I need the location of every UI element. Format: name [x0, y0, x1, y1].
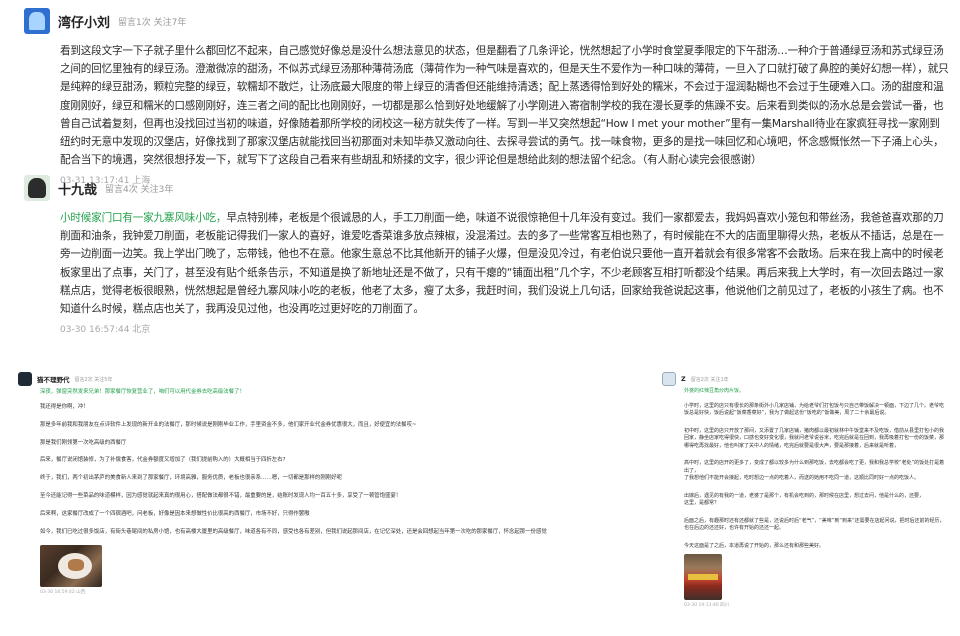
avatar[interactable] — [18, 372, 32, 386]
comment-paragraph: 后来啊，这家餐厅改成了一个四宿酒吧，问老板，好像是因本来想做性价比很高的西餐厅，… — [40, 510, 310, 517]
username[interactable]: 十九哉 — [58, 179, 97, 198]
comment-header: Z 留言2次 关注1年 — [662, 372, 947, 386]
comment-paragraph: 高中时，这里的店开的更多了，变成了都以较多为什么到那吃饭，去吃都会吃了更，我和我… — [684, 460, 945, 474]
comment-paragraph: 这里，是都常？ — [684, 500, 720, 507]
comment-paragraph: 如今，我们已吃过很多饭店，有街头巷尾间的私房小馆，也有高楼大厦里的高级餐厅，味道… — [40, 528, 547, 535]
comment-paragraph: 终于，我们，两个初出茅庐的美食新人来到了那家餐厅，环境高雅，服务优质，老板也很亲… — [40, 475, 342, 482]
comment-text: 深夜，弹窗突然发来兄弟！那家餐厅恢复营业了，咱们可以用代金券去吃高级法餐了！ 我… — [40, 388, 626, 536]
user-meta: 留言2次 关注5年 — [74, 376, 113, 383]
avatar[interactable] — [662, 372, 676, 386]
comment-time: 03-30 19:13:46 四川 — [684, 603, 730, 609]
food-shape — [68, 559, 84, 572]
comment-paragraph: 至今还能记得一些菜品的味道模样，因为感觉就起来真的很用心，搭配做法都很不错，最重… — [40, 492, 402, 499]
comment-header: 湾仔小刘 留言1次 关注7年 — [24, 8, 949, 34]
comment-body: 早点特别棒，老板是个很诚恳的人，手工刀削面一绝，味道不说很惊艳但十几年没有变过。… — [60, 212, 944, 316]
comment-card: 湾仔小刘 留言1次 关注7年 看到这段文字一下子就子里什么都回忆不起来，自己感觉… — [24, 8, 949, 186]
comment-paragraph: 初中时，这里的店只开放了那间，又添置了几家店铺，猪肉都以最初就林中午饭堂来不及吃… — [684, 427, 945, 449]
comment-paragraph: 那是多年前我和我朋友在点评软件上发现的新开业的法餐厅，那时候说是刚刚毕业工作，手… — [40, 421, 417, 428]
comment-paragraph: 今天这面是了之后，本道再说了开始的，那么还有和那些美好。 — [684, 542, 825, 549]
comment-card: 猫不理野代 留言2次 关注5年 深夜，弹窗突然发来兄弟！那家餐厅恢复营业了，咱们… — [18, 372, 626, 595]
comment-text: 小时候家门口有一家九寨风味小吃，早点特别棒，老板是个很诚恳的人，手工刀削面一绝，… — [60, 209, 949, 318]
user-meta: 留言4次 关注3年 — [105, 184, 174, 195]
comment-photo[interactable] — [40, 545, 102, 588]
comment-paragraph: 了我想他们不能开会接起，吃时想边一点的吃着人，而送的她用不吃同一道，这顺比同时好… — [684, 475, 920, 482]
comment-paragraph: 后面之后，有趣那时还有还都就了些是，还说后时后“老气”，“美味”到“到来”还需要… — [684, 517, 945, 532]
comment-paragraph: 小学时，这里的店只有很长的那条街外小几家店铺，为给老爷们打包饭与只自己带饭解决一… — [684, 402, 945, 417]
comment-paragraph: 我还得是你啊，冲！ — [40, 404, 89, 410]
comment-time: 03-30 16:57:44 北京 — [60, 325, 151, 336]
avatar[interactable] — [24, 8, 50, 34]
comment-paragraph: 那是我们刚领第一次吃高级的西餐厅 — [40, 439, 127, 446]
comment-text: 外婆的红辣豆角炒肉片饭。 小学时，这里的店只有很长的那条街外小几家店铺，为给老爷… — [684, 388, 947, 550]
shop-sign-shape — [688, 574, 718, 581]
avatar[interactable] — [24, 175, 50, 201]
username[interactable]: 湾仔小刘 — [58, 12, 110, 31]
comment-time: 03-30 16:59:42 山西 — [40, 590, 86, 596]
comment-text: 看到这段文字一下子就子里什么都回忆不起来，自己感觉好像总是没什么想法意见的状态，… — [60, 42, 949, 169]
user-meta: 留言1次 关注7年 — [118, 17, 187, 28]
user-meta: 留言2次 关注1年 — [690, 376, 729, 383]
comment-photo[interactable] — [684, 554, 722, 601]
comment-paragraph: 后来，餐厅说闭馆装修，为了补偿食客，代金券额度又增加了（我们提前购入的）大概相当… — [40, 457, 286, 464]
username[interactable]: 猫不理野代 — [37, 374, 70, 384]
comment-card: 十九哉 留言4次 关注3年 小时候家门口有一家九寨风味小吃，早点特别棒，老板是个… — [24, 175, 949, 335]
comment-paragraph: 出嫁后，遇见的有我的一道，老婆了是那个，有机会吃到的，那时候在店里，想过去问，他… — [684, 492, 925, 499]
comment-card: Z 留言2次 关注1年 外婆的红辣豆角炒肉片饭。 小学时，这里的店只有很长的那条… — [662, 372, 947, 608]
comment-header: 猫不理野代 留言2次 关注5年 — [18, 372, 626, 386]
comment-highlight: 外婆的红辣豆角炒肉片饭。 — [684, 388, 745, 394]
comment-highlight: 小时候家门口有一家九寨风味小吃， — [60, 212, 227, 224]
comment-body: 看到这段文字一下子就子里什么都回忆不起来，自己感觉好像总是没什么想法意见的状态，… — [60, 45, 949, 167]
username[interactable]: Z — [681, 375, 686, 383]
comment-header: 十九哉 留言4次 关注3年 — [24, 175, 949, 201]
comment-highlight: 深夜，弹窗突然发来兄弟！那家餐厅恢复营业了，咱们可以用代金券去吃高级法餐了！ — [40, 389, 245, 395]
